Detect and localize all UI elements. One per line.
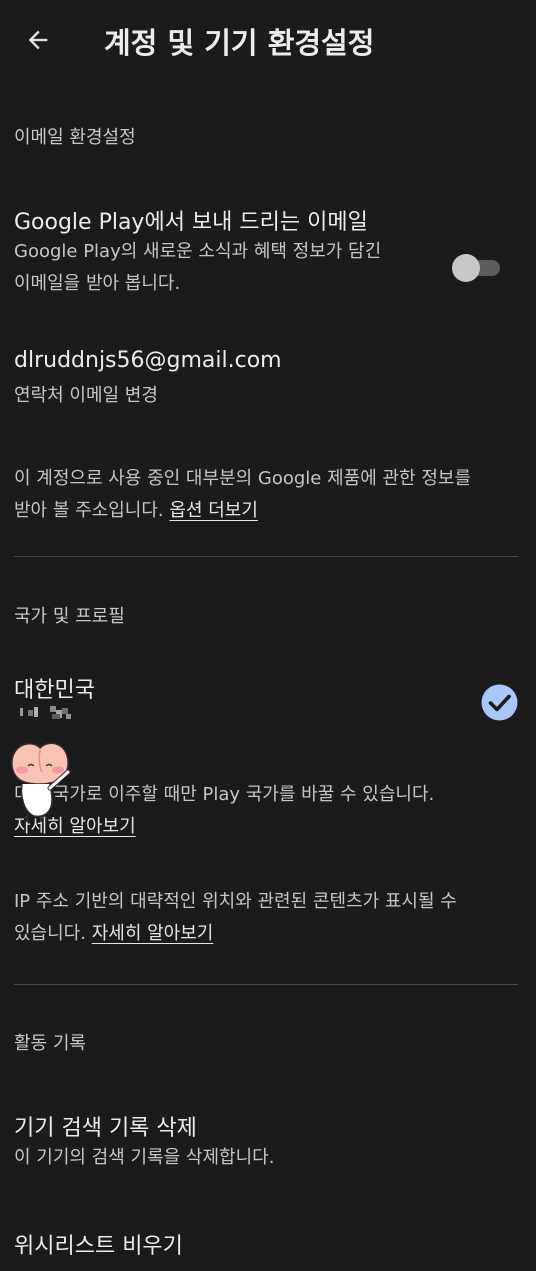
- section-label-activity: 활동 기록: [14, 1033, 86, 1054]
- ip-info-line2: 있습니다.: [14, 923, 86, 944]
- clear-search-desc: 이 기기의 검색 기록을 삭제합니다.: [14, 1147, 275, 1168]
- email-info-line1: 이 계정으로 사용 중인 대부분의 Google 제품에 관한 정보를: [14, 468, 472, 489]
- country-row[interactable]: 대한민국: [0, 664, 536, 734]
- clear-search-title: 기기 검색 기록 삭제: [14, 1116, 197, 1141]
- learn-more-link-ip[interactable]: 자세히 알아보기: [92, 923, 214, 944]
- more-options-link[interactable]: 옵션 더보기: [169, 500, 258, 521]
- email-info-line2: 받아 볼 주소입니다.: [14, 500, 164, 521]
- country-change-text: 다른 국가로 이주할 때만 Play 국가를 바꿀 수 있습니다. 자세히 알아…: [14, 779, 514, 843]
- ip-info-line1: IP 주소 기반의 대략적인 위치와 관련된 콘텐츠가 표시될 수: [14, 891, 457, 912]
- section-label-country: 국가 및 프로필: [14, 606, 125, 627]
- page-title: 계정 및 기기 환경설정: [104, 26, 375, 60]
- ip-info-text: IP 주소 기반의 대략적인 위치와 관련된 콘텐츠가 표시될 수 있습니다. …: [14, 886, 514, 950]
- back-button[interactable]: [18, 22, 58, 58]
- promo-email-desc-2: 이메일을 받아 봅니다.: [14, 273, 181, 294]
- arrow-left-icon: [28, 30, 48, 50]
- divider: [14, 984, 518, 985]
- clear-search-history-row[interactable]: 기기 검색 기록 삭제 이 기기의 검색 기록을 삭제합니다.: [0, 1102, 536, 1182]
- section-label-email: 이메일 환경설정: [14, 127, 136, 148]
- toggle-thumb: [452, 254, 480, 282]
- contact-email-address: dlruddnjs56@gmail.com: [14, 348, 282, 373]
- check-circle-icon: [481, 684, 518, 721]
- clear-wishlist-title: 위시리스트 비우기: [14, 1234, 183, 1259]
- peach-character-sticker: [11, 742, 71, 822]
- promo-email-row[interactable]: Google Play에서 보내 드리는 이메일 Google Play의 새로…: [0, 196, 536, 306]
- promo-email-toggle[interactable]: [452, 254, 502, 282]
- blurred-profile-info: [20, 706, 71, 719]
- country-name: 대한민국: [14, 678, 95, 703]
- promo-email-title: Google Play에서 보내 드리는 이메일: [14, 210, 368, 235]
- promo-email-desc-1: Google Play의 새로운 소식과 혜택 정보가 담긴: [14, 241, 382, 262]
- clear-wishlist-row[interactable]: 위시리스트 비우기: [0, 1220, 536, 1271]
- contact-email-row[interactable]: dlruddnjs56@gmail.com 연락처 이메일 변경: [0, 340, 536, 420]
- divider: [14, 556, 518, 557]
- email-info-text: 이 계정으로 사용 중인 대부분의 Google 제품에 관한 정보를 받아 볼…: [14, 463, 514, 527]
- contact-email-change: 연락처 이메일 변경: [14, 385, 158, 406]
